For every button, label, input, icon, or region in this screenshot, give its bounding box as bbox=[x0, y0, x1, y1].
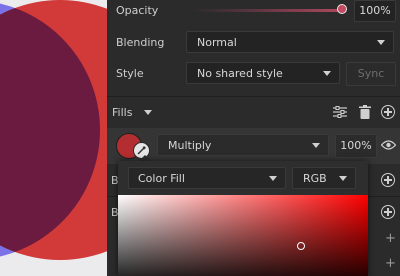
chevron-down-icon bbox=[339, 176, 347, 181]
opacity-label: Opacity bbox=[116, 4, 159, 17]
opacity-slider-knob[interactable] bbox=[337, 4, 347, 14]
saturation-brightness-field[interactable] bbox=[118, 195, 368, 276]
fills-header: Fills bbox=[107, 97, 400, 127]
eye-icon[interactable] bbox=[380, 137, 396, 153]
overlap-region bbox=[0, 0, 107, 260]
sliders-icon[interactable] bbox=[332, 104, 348, 120]
add-shadow-icon[interactable] bbox=[380, 204, 396, 220]
add-border-icon[interactable] bbox=[380, 172, 396, 188]
chevron-down-icon bbox=[323, 71, 331, 76]
fill-opacity-field[interactable]: 100% bbox=[335, 134, 377, 158]
chevron-down-icon bbox=[269, 176, 277, 181]
canvas[interactable] bbox=[0, 0, 107, 276]
opacity-slider-track[interactable] bbox=[193, 9, 343, 12]
blending-row: Blending Normal bbox=[107, 30, 400, 54]
sync-button[interactable]: Sync bbox=[346, 62, 396, 86]
style-label: Style bbox=[116, 67, 144, 80]
fill-type-value: Color Fill bbox=[138, 172, 185, 185]
color-picker-popup: Color Fill RGB bbox=[118, 161, 368, 276]
chevron-down-icon bbox=[377, 40, 385, 45]
fills-chevron-icon[interactable] bbox=[144, 110, 152, 115]
add-fill-icon[interactable] bbox=[380, 104, 396, 120]
fill-type-dropdown[interactable]: Color Fill bbox=[128, 167, 286, 189]
fill-blend-mode-value: Multiply bbox=[168, 139, 212, 152]
fill-blend-mode-dropdown[interactable]: Multiply bbox=[157, 134, 329, 156]
color-model-value: RGB bbox=[303, 172, 327, 185]
trash-icon[interactable] bbox=[357, 104, 373, 120]
chevron-down-icon bbox=[312, 143, 320, 148]
plus-icon[interactable]: + bbox=[385, 231, 396, 246]
shared-style-dropdown[interactable]: No shared style bbox=[186, 62, 340, 84]
blending-dropdown[interactable]: Normal bbox=[186, 31, 394, 53]
color-model-dropdown[interactable]: RGB bbox=[292, 167, 356, 189]
plus-icon[interactable]: + bbox=[385, 256, 396, 271]
style-row: Style No shared style Sync bbox=[107, 61, 400, 86]
opacity-row: Opacity 100% bbox=[107, 0, 400, 22]
blending-label: Blending bbox=[116, 36, 165, 49]
opacity-field[interactable]: 100% bbox=[354, 0, 396, 22]
shared-style-value: No shared style bbox=[197, 67, 283, 80]
color-picker-handle[interactable] bbox=[297, 242, 305, 250]
fills-label: Fills bbox=[112, 106, 133, 119]
blending-value: Normal bbox=[197, 36, 237, 49]
